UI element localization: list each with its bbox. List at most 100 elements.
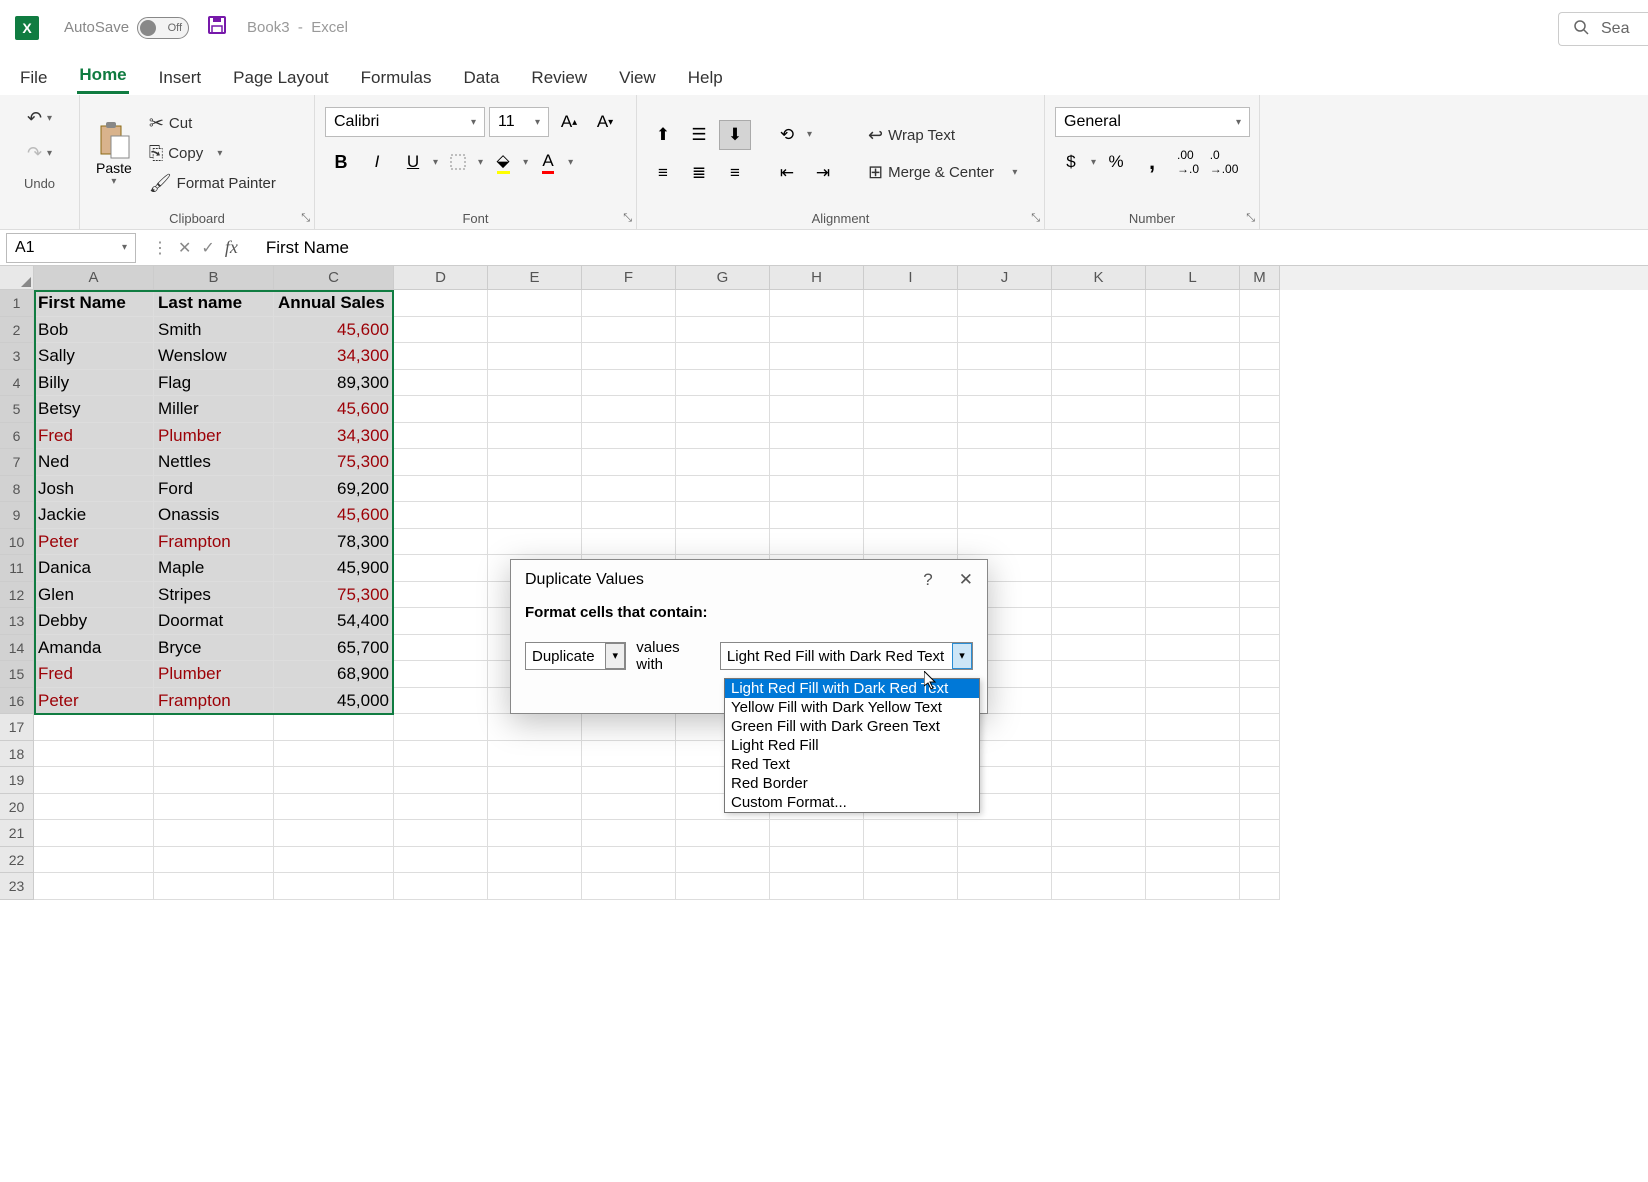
cell[interactable] (488, 290, 582, 317)
cell[interactable] (864, 343, 958, 370)
cell[interactable] (958, 343, 1052, 370)
dropdown-option[interactable]: Green Fill with Dark Green Text (725, 717, 979, 736)
clipboard-launcher-icon[interactable]: ⤡ (301, 212, 310, 225)
row-header[interactable]: 11 (0, 555, 34, 582)
cell[interactable] (1052, 582, 1146, 609)
cell[interactable] (488, 820, 582, 847)
autosave-switch[interactable]: Off (137, 17, 189, 39)
cell[interactable] (770, 873, 864, 900)
cell[interactable] (1052, 767, 1146, 794)
row-header[interactable]: 6 (0, 423, 34, 450)
cell[interactable]: Debby (34, 608, 154, 635)
cell[interactable] (676, 343, 770, 370)
redo-button[interactable]: ↷▾ (22, 140, 57, 167)
cell[interactable] (582, 529, 676, 556)
cell[interactable] (274, 741, 394, 768)
dialog-close-button[interactable]: ✕ (959, 570, 973, 590)
cell[interactable]: Stripes (154, 582, 274, 609)
cut-button[interactable]: ✂Cut (144, 110, 281, 137)
cell[interactable] (1146, 688, 1240, 715)
cell[interactable] (34, 741, 154, 768)
cell[interactable] (1240, 820, 1280, 847)
cell[interactable]: Miller (154, 396, 274, 423)
cell[interactable] (582, 396, 676, 423)
cell[interactable] (1146, 423, 1240, 450)
row-header[interactable]: 23 (0, 873, 34, 900)
cell[interactable] (582, 741, 676, 768)
cell[interactable] (1146, 820, 1240, 847)
cell[interactable] (274, 847, 394, 874)
cell[interactable] (864, 423, 958, 450)
cell[interactable]: Jackie (34, 502, 154, 529)
number-launcher-icon[interactable]: ⤡ (1246, 212, 1255, 225)
font-launcher-icon[interactable]: ⤡ (623, 212, 632, 225)
cell[interactable] (488, 741, 582, 768)
cell[interactable] (1146, 582, 1240, 609)
cell[interactable] (274, 794, 394, 821)
cell[interactable] (394, 767, 488, 794)
cell[interactable] (1146, 476, 1240, 503)
cell[interactable] (1146, 635, 1240, 662)
cell[interactable] (1052, 714, 1146, 741)
cell[interactable] (1240, 370, 1280, 397)
cell[interactable] (1052, 343, 1146, 370)
cell[interactable]: 45,900 (274, 555, 394, 582)
row-header[interactable]: 17 (0, 714, 34, 741)
column-header-J[interactable]: J (958, 266, 1052, 290)
cell[interactable] (1240, 343, 1280, 370)
row-header[interactable]: 10 (0, 529, 34, 556)
cell[interactable] (676, 396, 770, 423)
cell[interactable] (1240, 529, 1280, 556)
cell[interactable]: 69,200 (274, 476, 394, 503)
cell[interactable] (1240, 688, 1280, 715)
increase-decimal-icon[interactable]: .00→.0 (1172, 147, 1204, 177)
cell[interactable] (1240, 873, 1280, 900)
row-header[interactable]: 7 (0, 449, 34, 476)
cell[interactable]: Frampton (154, 529, 274, 556)
cell[interactable] (394, 476, 488, 503)
cell[interactable]: Wenslow (154, 343, 274, 370)
cell[interactable] (1240, 847, 1280, 874)
cell[interactable] (34, 847, 154, 874)
cell[interactable]: Peter (34, 529, 154, 556)
cell[interactable] (582, 476, 676, 503)
fill-color-button[interactable]: ⬙ (487, 147, 519, 177)
cell[interactable]: Ned (34, 449, 154, 476)
column-header-E[interactable]: E (488, 266, 582, 290)
cell[interactable] (582, 423, 676, 450)
cell[interactable] (1146, 370, 1240, 397)
cell[interactable] (864, 873, 958, 900)
row-header[interactable]: 1 (0, 290, 34, 317)
formula-more-icon[interactable]: ⋮ (152, 238, 168, 258)
cell[interactable]: 68,900 (274, 661, 394, 688)
cell[interactable]: 34,300 (274, 343, 394, 370)
undo-button[interactable]: ↶▾ (22, 105, 57, 132)
cell[interactable] (394, 290, 488, 317)
cell[interactable] (1052, 449, 1146, 476)
dialog-help-button[interactable]: ? (923, 570, 932, 590)
dropdown-option[interactable]: Yellow Fill with Dark Yellow Text (725, 698, 979, 717)
cell[interactable] (582, 449, 676, 476)
cell[interactable] (1052, 502, 1146, 529)
cell[interactable] (394, 820, 488, 847)
cell[interactable] (1240, 317, 1280, 344)
cell[interactable] (488, 873, 582, 900)
cell[interactable]: Flag (154, 370, 274, 397)
alignment-launcher-icon[interactable]: ⤡ (1031, 212, 1040, 225)
align-middle-icon[interactable]: ☰ (683, 120, 715, 150)
cell[interactable] (154, 847, 274, 874)
decrease-decimal-icon[interactable]: .0→.00 (1208, 147, 1240, 177)
cell[interactable] (1052, 847, 1146, 874)
cell[interactable] (488, 794, 582, 821)
cell[interactable] (1146, 317, 1240, 344)
cell[interactable] (958, 290, 1052, 317)
cell[interactable]: Peter (34, 688, 154, 715)
cell[interactable] (394, 423, 488, 450)
formula-input[interactable]: First Name (248, 238, 1648, 258)
column-header-C[interactable]: C (274, 266, 394, 290)
cell[interactable] (770, 370, 864, 397)
tab-data[interactable]: Data (462, 62, 502, 94)
cell[interactable] (394, 635, 488, 662)
cell[interactable]: Doormat (154, 608, 274, 635)
column-header-K[interactable]: K (1052, 266, 1146, 290)
